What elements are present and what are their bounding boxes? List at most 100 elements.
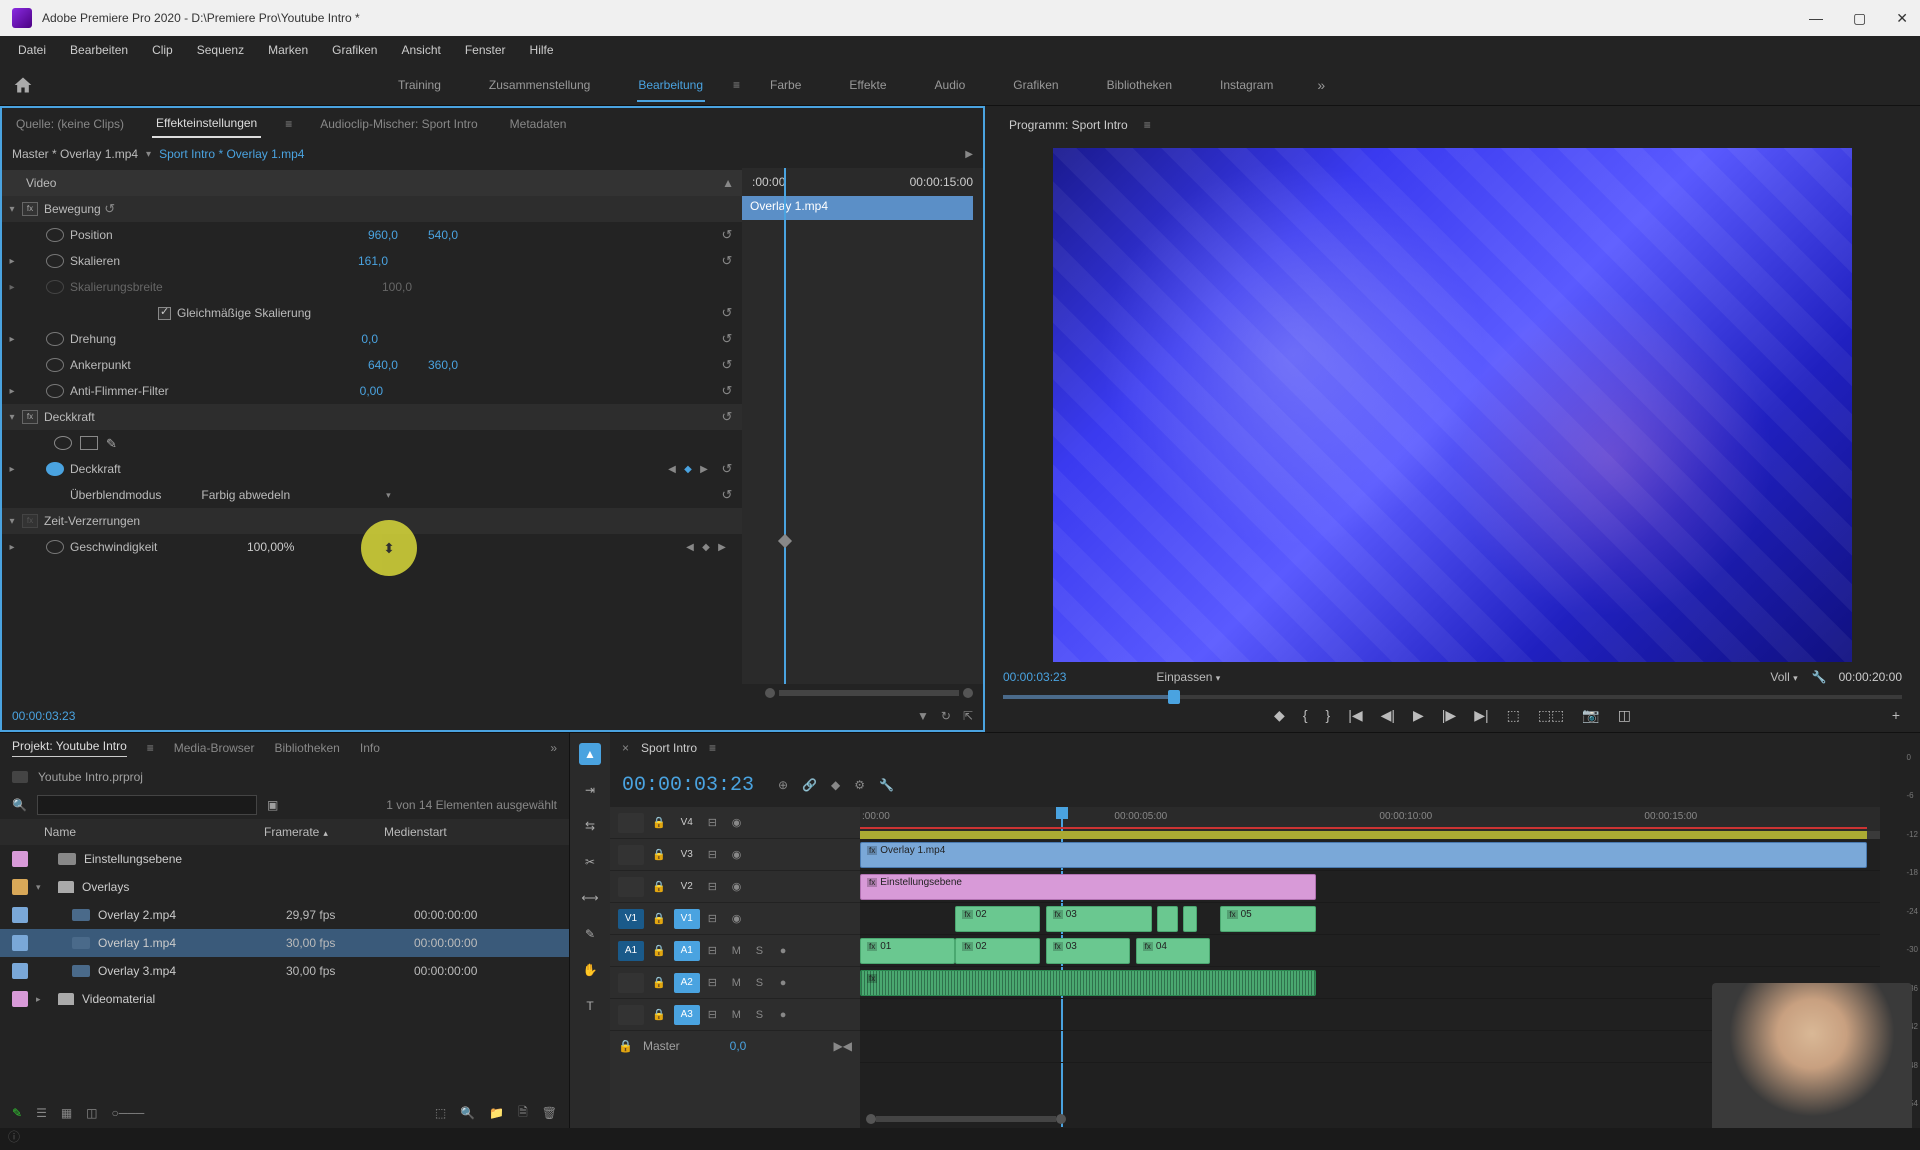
export-frame-icon[interactable]: 📷 [1582, 707, 1599, 724]
source-a1[interactable]: A1 [618, 941, 644, 961]
tl-zoom-left[interactable] [866, 1114, 876, 1124]
home-icon[interactable] [12, 75, 34, 95]
keyframe-opacity[interactable] [778, 534, 792, 548]
fx-badge-time[interactable]: fx [22, 514, 38, 528]
sync-lock-a2[interactable]: ⊟ [708, 976, 724, 989]
program-title[interactable]: Programm: Sport Intro [1001, 114, 1136, 136]
target-v3[interactable]: V3 [674, 845, 700, 865]
zoom-handle-right[interactable] [963, 688, 973, 698]
reset-position[interactable]: ↺ [718, 227, 736, 243]
solo-a3[interactable]: S [756, 1009, 772, 1021]
workspace-bibliotheken[interactable]: Bibliotheken [1083, 70, 1196, 100]
menu-clip[interactable]: Clip [142, 39, 183, 61]
expand-icon[interactable]: ▾ [36, 882, 50, 893]
disclosure-speed[interactable]: ▸ [2, 542, 22, 553]
video-monitor[interactable] [1053, 148, 1852, 662]
collapse-icon[interactable]: ▲ [722, 176, 734, 190]
mask-pen-icon[interactable] [106, 436, 124, 450]
clip-a1[interactable]: fx [860, 970, 1316, 996]
stopwatch-anchor[interactable] [46, 358, 64, 372]
kf-next-speed[interactable]: ▶ [716, 542, 728, 553]
target-a3[interactable]: A3 [674, 1005, 700, 1025]
col-mediastart[interactable]: Medienstart [384, 825, 557, 839]
sync-lock-a3[interactable]: ⊟ [708, 1008, 724, 1021]
marker-add-icon[interactable]: ◆ [831, 778, 840, 792]
ripple-tool-icon[interactable]: ⇆ [579, 815, 601, 837]
lock-v1[interactable]: 🔒 [652, 912, 666, 925]
lock-v2[interactable]: 🔒 [652, 880, 666, 893]
lock-v4[interactable]: 🔒 [652, 816, 666, 829]
expand-icon[interactable]: ▸ [36, 994, 50, 1005]
reset-rotation[interactable]: ↺ [718, 331, 736, 347]
uniform-scale-checkbox[interactable] [158, 307, 171, 320]
target-a2[interactable]: A2 [674, 973, 700, 993]
ec-timeline-clip[interactable]: Overlay 1.mp4 [742, 196, 973, 220]
antiflicker-value[interactable]: 0,00 [360, 384, 383, 398]
menu-bearbeiten[interactable]: Bearbeiten [60, 39, 138, 61]
disclosure-antiflicker[interactable]: ▸ [2, 386, 22, 397]
reset-blend[interactable]: ↺ [718, 487, 736, 503]
position-x[interactable]: 960,0 [368, 228, 398, 242]
reset-motion[interactable]: ↺ [101, 201, 119, 217]
anchor-x[interactable]: 640,0 [368, 358, 398, 372]
disclosure-motion[interactable]: ▾ [2, 204, 22, 215]
sequence-name[interactable]: Sport Intro [641, 741, 697, 755]
sync-lock-v1[interactable]: ⊟ [708, 912, 724, 925]
out-point-icon[interactable]: } [1326, 707, 1331, 723]
type-tool-icon[interactable]: T [579, 995, 601, 1017]
ec-playhead[interactable] [784, 168, 786, 684]
list-item[interactable]: Overlay 1.mp4 30,00 fps 00:00:00:00 [0, 929, 569, 957]
master-value[interactable]: 0,0 [730, 1039, 747, 1053]
effect-controls-timeline[interactable]: :00:00 00:00:15:00 Overlay 1.mp4 [742, 168, 983, 684]
record-a1[interactable]: ● [780, 945, 796, 957]
in-point-icon[interactable]: { [1303, 707, 1308, 723]
disclosure-time-remap[interactable]: ▾ [2, 516, 22, 527]
list-item[interactable]: Overlay 2.mp4 29,97 fps 00:00:00:00 [0, 901, 569, 929]
settings-icon[interactable]: 🔧 [1812, 670, 1827, 684]
workspace-audio[interactable]: Audio [911, 70, 990, 100]
icon-view-icon[interactable]: ▦ [61, 1106, 72, 1120]
tab-media-browser[interactable]: Media-Browser [174, 741, 255, 755]
reset-anchor[interactable]: ↺ [718, 357, 736, 373]
clip-v2-02[interactable]: fx02 [955, 906, 1040, 932]
list-item[interactable]: ▸ Videomaterial [0, 985, 569, 1013]
clip-v1-03[interactable]: fx03 [1046, 938, 1131, 964]
stopwatch-scale[interactable] [46, 254, 64, 268]
label-swatch[interactable] [12, 851, 28, 867]
mask-ellipse-icon[interactable] [54, 436, 72, 450]
reset-opacity-section[interactable]: ↺ [718, 409, 736, 425]
tl-zoom-right[interactable] [1056, 1114, 1066, 1124]
target-v4[interactable]: V4 [674, 813, 700, 833]
hand-tool-icon[interactable]: ✋ [579, 959, 601, 981]
workspace-bearbeitung[interactable]: Bearbeitung [614, 70, 727, 100]
snap-icon[interactable]: ⊕ [778, 778, 788, 792]
linked-selection-icon[interactable]: 🔗 [802, 778, 817, 792]
filter-icon[interactable]: ▼ [917, 709, 929, 723]
find-icon[interactable]: 🔍 [460, 1106, 475, 1120]
lock-master[interactable]: 🔒 [618, 1039, 633, 1053]
fx-badge-opacity[interactable]: fx [22, 410, 38, 424]
mask-rect-icon[interactable] [80, 436, 98, 450]
stopwatch-position[interactable] [46, 228, 64, 242]
speed-value[interactable]: 100,00% [247, 540, 294, 554]
eye-v4[interactable]: ◉ [732, 816, 748, 829]
stopwatch-antiflicker[interactable] [46, 384, 64, 398]
kf-add-opacity[interactable]: ◆ [682, 464, 694, 475]
settings-icon[interactable]: ⚙ [854, 778, 865, 792]
zoom-handle-left[interactable] [765, 688, 775, 698]
list-view-icon[interactable]: ☰ [36, 1106, 47, 1120]
workspace-effekte[interactable]: Effekte [825, 70, 910, 100]
col-framerate[interactable]: Framerate▴ [264, 825, 384, 839]
program-scrubber[interactable] [1003, 688, 1902, 703]
tab-metadata[interactable]: Metadaten [506, 111, 571, 137]
position-y[interactable]: 540,0 [428, 228, 458, 242]
menu-hilfe[interactable]: Hilfe [520, 39, 564, 61]
program-timecode[interactable]: 00:00:03:23 [1003, 670, 1066, 684]
kf-add-speed[interactable]: ◆ [700, 542, 712, 553]
mute-a3[interactable]: M [732, 1009, 748, 1021]
compare-icon[interactable]: ◫ [1618, 707, 1631, 724]
play-icon[interactable]: ▶ [1413, 707, 1424, 724]
resolution-dropdown[interactable]: Voll ▾ [1770, 670, 1797, 684]
menu-datei[interactable]: Datei [8, 39, 56, 61]
tab-effect-controls[interactable]: Effekteinstellungen [152, 110, 261, 138]
